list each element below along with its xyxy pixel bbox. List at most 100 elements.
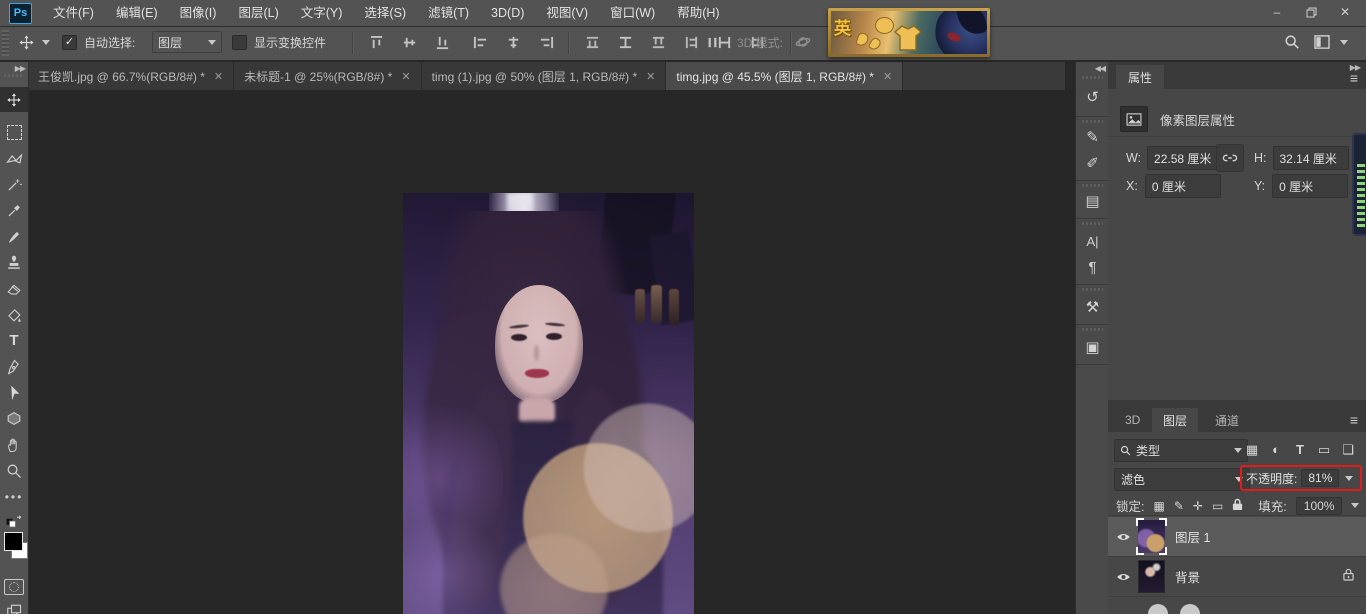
tab-channels[interactable]: 通道 — [1204, 408, 1250, 432]
layers-menu-icon[interactable]: ≡ — [1350, 412, 1358, 428]
filter-smart-object-icon[interactable]: ❏ — [1338, 442, 1358, 458]
doc-tab-3[interactable]: timg (1).jpg @ 50% (图层 1, RGB/8#) * ✕ — [422, 62, 667, 90]
layer-1-visibility-icon[interactable] — [1108, 532, 1138, 542]
filter-pixel-icon[interactable]: ▦ — [1242, 442, 1262, 458]
tab-layers[interactable]: 图层 — [1152, 408, 1198, 432]
move-options-chevron-icon[interactable] — [42, 40, 50, 45]
character-panel-icon[interactable]: A| — [1076, 228, 1109, 254]
lock-transparency-icon[interactable]: ▦ — [1153, 499, 1164, 513]
fill-chevron-icon[interactable] — [1351, 503, 1359, 508]
doc-tab-2-close-icon[interactable]: ✕ — [401, 70, 410, 83]
workspace-switcher-icon[interactable] — [1310, 30, 1334, 54]
menu-3d[interactable]: 3D(D) — [480, 0, 535, 26]
menu-file[interactable]: 文件(F) — [42, 0, 105, 26]
quick-mask-button[interactable] — [0, 574, 28, 599]
menu-filter[interactable]: 滤镜(T) — [417, 0, 480, 26]
paint-bucket-tool[interactable] — [0, 302, 28, 327]
brush-tool[interactable] — [0, 224, 28, 249]
tab-properties[interactable]: 属性 — [1116, 65, 1164, 89]
y-field[interactable]: 0 厘米 — [1272, 174, 1348, 198]
dock-collapse-icon[interactable]: ◀◀ — [1095, 64, 1105, 73]
lock-position-icon[interactable]: ✛ — [1193, 499, 1203, 513]
doc-tab-1-close-icon[interactable]: ✕ — [214, 70, 223, 83]
screen-mode-button[interactable] — [0, 598, 28, 614]
height-field[interactable]: 32.14 厘米 — [1273, 146, 1349, 170]
canvas-area[interactable] — [28, 90, 1075, 614]
properties-menu-icon[interactable]: ≡ — [1350, 70, 1358, 86]
brush-settings-panel-icon[interactable]: ✎ — [1076, 124, 1109, 150]
filter-toggle-icon[interactable]: ◉ — [1362, 442, 1366, 458]
lock-artboard-icon[interactable]: ▭ — [1212, 499, 1223, 513]
menu-type[interactable]: 文字(Y) — [290, 0, 354, 26]
lock-all-icon[interactable] — [1232, 498, 1243, 514]
doc-tab-1[interactable]: 王俊凯.jpg @ 66.7%(RGB/8#) * ✕ — [28, 62, 234, 90]
menu-window[interactable]: 窗口(W) — [599, 0, 666, 26]
history-panel-icon[interactable]: ↺ — [1076, 84, 1109, 110]
search-icon[interactable] — [1280, 30, 1304, 54]
toolbar-collapse-icon[interactable]: ▶▶ — [15, 64, 25, 73]
link-dimensions-button[interactable] — [1216, 144, 1244, 172]
distribute-vertical-center-icon[interactable] — [613, 30, 637, 54]
game-ad-banner[interactable]: 英 — [828, 8, 990, 57]
align-bottom-icon[interactable] — [430, 30, 454, 54]
auto-select-dropdown[interactable]: 图层 — [152, 31, 222, 53]
workspace-chevron-icon[interactable] — [1340, 40, 1348, 45]
edit-toolbar-button[interactable]: ••• — [0, 484, 28, 509]
layer-1-name[interactable]: 图层 1 — [1175, 527, 1210, 546]
shape-tool[interactable] — [0, 406, 28, 431]
restore-button[interactable] — [1294, 1, 1328, 23]
doc-tab-4-close-icon[interactable]: ✕ — [883, 70, 892, 83]
lock-pixels-icon[interactable]: ✎ — [1174, 499, 1184, 513]
background-visibility-icon[interactable] — [1108, 572, 1138, 582]
clone-source-panel-icon[interactable]: ▤ — [1076, 188, 1109, 214]
align-right-icon[interactable] — [534, 30, 558, 54]
opacity-value[interactable]: 81% — [1301, 469, 1339, 487]
layer-1-thumbnail[interactable] — [1138, 520, 1165, 553]
marquee-tool[interactable] — [0, 120, 28, 145]
close-button[interactable]: ✕ — [1328, 1, 1362, 23]
show-transform-checkbox[interactable] — [232, 35, 247, 50]
foreground-color-swatch[interactable] — [4, 532, 23, 551]
type-tool[interactable]: T — [0, 328, 28, 353]
move-tool[interactable] — [0, 87, 28, 112]
eraser-tool[interactable] — [0, 276, 28, 301]
menu-image[interactable]: 图像(I) — [169, 0, 228, 26]
zoom-tool[interactable] — [0, 458, 28, 483]
layer-row-background[interactable]: 背景 — [1108, 557, 1366, 596]
tab-3d[interactable]: 3D — [1114, 408, 1151, 432]
paragraph-panel-icon[interactable]: ¶ — [1076, 254, 1109, 280]
brushes-panel-icon[interactable]: ✐ — [1076, 150, 1109, 176]
clone-stamp-tool[interactable] — [0, 250, 28, 275]
lasso-tool[interactable] — [0, 146, 28, 171]
fill-value[interactable]: 100% — [1296, 497, 1343, 515]
menu-edit[interactable]: 编辑(E) — [105, 0, 169, 26]
align-top-icon[interactable] — [364, 30, 388, 54]
eyedropper-tool[interactable] — [0, 198, 28, 223]
layer-filter-dropdown[interactable]: 类型 — [1114, 439, 1248, 462]
distribute-bottom-icon[interactable] — [646, 30, 670, 54]
doc-tab-2[interactable]: 未标题-1 @ 25%(RGB/8#) * ✕ — [234, 62, 421, 90]
blend-mode-dropdown[interactable]: 滤色 — [1114, 468, 1250, 491]
menu-view[interactable]: 视图(V) — [535, 0, 599, 26]
background-layer-name[interactable]: 背景 — [1175, 567, 1200, 586]
auto-select-checkbox[interactable]: ✓ — [62, 35, 77, 50]
filter-type-icon[interactable]: T — [1290, 442, 1310, 457]
layer-row-1[interactable]: 图层 1 — [1108, 517, 1366, 556]
distribute-top-icon[interactable] — [580, 30, 604, 54]
menu-select[interactable]: 选择(S) — [353, 0, 417, 26]
pen-tool[interactable] — [0, 354, 28, 379]
path-select-tool[interactable] — [0, 380, 28, 405]
filter-adjustment-icon[interactable]: ◐ — [1266, 442, 1286, 457]
align-horizontal-center-icon[interactable] — [501, 30, 525, 54]
x-field[interactable]: 0 厘米 — [1145, 174, 1221, 198]
distribute-spacing-icon[interactable] — [700, 30, 724, 54]
background-thumbnail[interactable] — [1138, 560, 1165, 593]
width-field[interactable]: 22.58 厘米 — [1147, 146, 1223, 170]
opacity-chevron-icon[interactable] — [1345, 476, 1353, 481]
doc-tab-4-active[interactable]: timg.jpg @ 45.5% (图层 1, RGB/8#) * ✕ — [666, 62, 903, 90]
doc-tab-3-close-icon[interactable]: ✕ — [646, 70, 655, 83]
hand-tool[interactable] — [0, 432, 28, 457]
libraries-panel-icon[interactable]: ▣ — [1076, 334, 1109, 360]
tool-presets-panel-icon[interactable]: ⚒ — [1076, 294, 1109, 320]
opacity-control-highlighted[interactable]: 不透明度: 81% — [1240, 465, 1362, 491]
